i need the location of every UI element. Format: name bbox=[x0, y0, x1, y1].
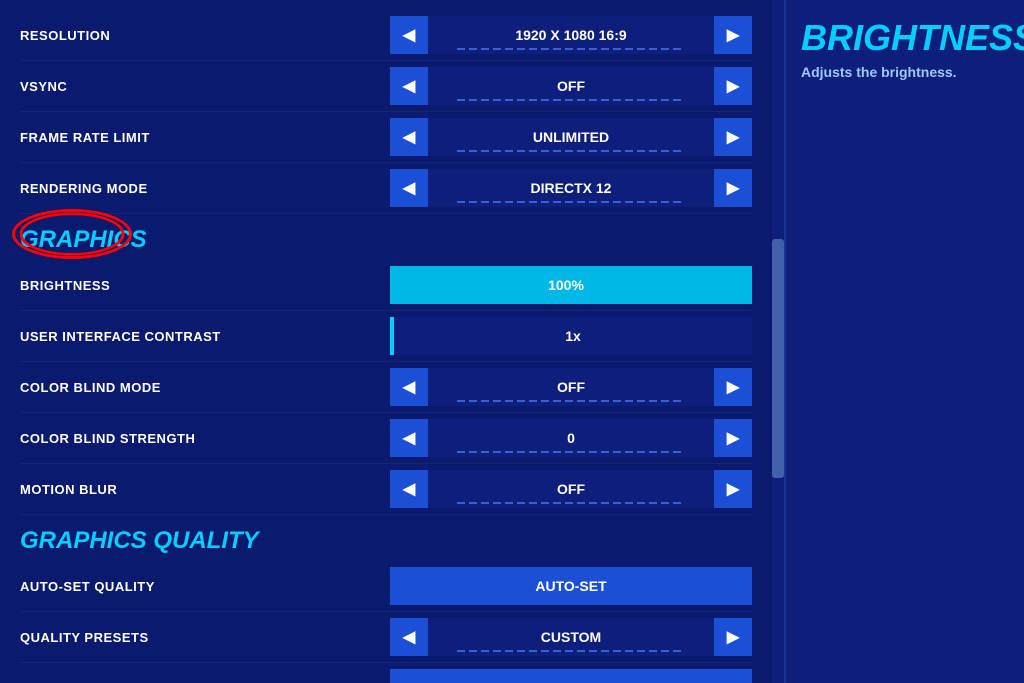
color-blind-strength-right-btn[interactable]: ▶ bbox=[714, 419, 752, 457]
quality-presets-left-btn[interactable]: ◀ bbox=[390, 618, 428, 656]
sidebar: BRIGHTNESS Adjusts the brightness. bbox=[784, 0, 1024, 683]
setting-row-color-blind-strength: COLOR BLIND STRENGTH ◀ 0 ▶ bbox=[20, 413, 752, 464]
motion-blur-value: OFF bbox=[428, 470, 714, 508]
color-blind-strength-control: ◀ 0 ▶ bbox=[390, 419, 752, 457]
setting-row-auto-set-quality: AUTO-SET QUALITY AUTO-SET bbox=[20, 561, 752, 612]
brightness-value: 100% bbox=[390, 277, 742, 293]
resolution-control: ◀ 1920 X 1080 16:9 ▶ bbox=[390, 16, 752, 54]
rendering-mode-left-btn[interactable]: ◀ bbox=[390, 169, 428, 207]
quality-presets-right-btn[interactable]: ▶ bbox=[714, 618, 752, 656]
auto-set-quality-label: AUTO-SET QUALITY bbox=[20, 579, 390, 594]
setting-row-ui-contrast: USER INTERFACE CONTRAST 1x bbox=[20, 311, 752, 362]
setting-row-resolution: RESOLUTION ◀ 1920 X 1080 16:9 ▶ bbox=[20, 10, 752, 61]
motion-blur-control: ◀ OFF ▶ bbox=[390, 470, 752, 508]
color-blind-strength-value: 0 bbox=[428, 419, 714, 457]
brightness-label: BRIGHTNESS bbox=[20, 278, 390, 293]
color-blind-mode-control: ◀ OFF ▶ bbox=[390, 368, 752, 406]
ui-contrast-value[interactable]: 1x bbox=[390, 317, 752, 355]
color-blind-mode-right-btn[interactable]: ▶ bbox=[714, 368, 752, 406]
color-blind-strength-left-btn[interactable]: ◀ bbox=[390, 419, 428, 457]
rendering-mode-control: ◀ DIRECTX 12 ▶ bbox=[390, 169, 752, 207]
rendering-mode-label: RENDERING MODE bbox=[20, 181, 390, 196]
graphics-quality-section-header: GRAPHICS QUALITY bbox=[20, 515, 752, 561]
vsync-left-btn[interactable]: ◀ bbox=[390, 67, 428, 105]
auto-set-quality-btn[interactable]: AUTO-SET bbox=[390, 567, 752, 605]
resolution-value: 1920 X 1080 16:9 bbox=[428, 16, 714, 54]
brightness-slider[interactable]: 100% bbox=[390, 266, 752, 304]
brightness-control: 100% bbox=[390, 266, 752, 304]
vsync-right-btn[interactable]: ▶ bbox=[714, 67, 752, 105]
vsync-label: VSYNC bbox=[20, 79, 390, 94]
graphics-section-header: GRAPHICS bbox=[20, 214, 752, 260]
frame-rate-control: ◀ UNLIMITED ▶ bbox=[390, 118, 752, 156]
help-quality-control: OPEN WEBSITE bbox=[390, 669, 752, 683]
color-blind-mode-left-btn[interactable]: ◀ bbox=[390, 368, 428, 406]
settings-panel: RESOLUTION ◀ 1920 X 1080 16:9 ▶ VSYNC ◀ … bbox=[0, 0, 772, 683]
ui-contrast-control: 1x bbox=[390, 317, 752, 355]
sidebar-description: Adjusts the brightness. bbox=[801, 64, 1009, 80]
sidebar-title: BRIGHTNESS bbox=[801, 20, 1009, 56]
motion-blur-left-btn[interactable]: ◀ bbox=[390, 470, 428, 508]
frame-rate-label: FRAME RATE LIMIT bbox=[20, 130, 390, 145]
quality-presets-value: CUSTOM bbox=[428, 618, 714, 656]
motion-blur-label: MOTION BLUR bbox=[20, 482, 390, 497]
setting-row-color-blind-mode: COLOR BLIND MODE ◀ OFF ▶ bbox=[20, 362, 752, 413]
vsync-value: OFF bbox=[428, 67, 714, 105]
rendering-mode-value: DIRECTX 12 bbox=[428, 169, 714, 207]
auto-set-quality-control: AUTO-SET bbox=[390, 567, 752, 605]
frame-rate-value: UNLIMITED bbox=[428, 118, 714, 156]
quality-presets-control: ◀ CUSTOM ▶ bbox=[390, 618, 752, 656]
setting-row-motion-blur: MOTION BLUR ◀ OFF ▶ bbox=[20, 464, 752, 515]
ui-contrast-label: USER INTERFACE CONTRAST bbox=[20, 329, 390, 344]
frame-rate-left-btn[interactable]: ◀ bbox=[390, 118, 428, 156]
scrollbar-thumb[interactable] bbox=[772, 239, 784, 478]
color-blind-mode-label: COLOR BLIND MODE bbox=[20, 380, 390, 395]
resolution-label: RESOLUTION bbox=[20, 28, 390, 43]
quality-presets-label: QUALITY PRESETS bbox=[20, 630, 390, 645]
resolution-right-btn[interactable]: ▶ bbox=[714, 16, 752, 54]
motion-blur-right-btn[interactable]: ▶ bbox=[714, 470, 752, 508]
color-blind-mode-value: OFF bbox=[428, 368, 714, 406]
setting-row-rendering-mode: RENDERING MODE ◀ DIRECTX 12 ▶ bbox=[20, 163, 752, 214]
frame-rate-right-btn[interactable]: ▶ bbox=[714, 118, 752, 156]
setting-row-brightness: BRIGHTNESS 100% bbox=[20, 260, 752, 311]
color-blind-strength-label: COLOR BLIND STRENGTH bbox=[20, 431, 390, 446]
rendering-mode-right-btn[interactable]: ▶ bbox=[714, 169, 752, 207]
setting-row-help-quality: HELP ME CHOOSE QUALITY SETTINGS OPEN WEB… bbox=[20, 663, 752, 683]
setting-row-quality-presets: QUALITY PRESETS ◀ CUSTOM ▶ bbox=[20, 612, 752, 663]
resolution-left-btn[interactable]: ◀ bbox=[390, 16, 428, 54]
open-website-btn[interactable]: OPEN WEBSITE bbox=[390, 669, 752, 683]
scrollbar-track[interactable] bbox=[772, 0, 784, 683]
setting-row-vsync: VSYNC ◀ OFF ▶ bbox=[20, 61, 752, 112]
vsync-control: ◀ OFF ▶ bbox=[390, 67, 752, 105]
setting-row-frame-rate: FRAME RATE LIMIT ◀ UNLIMITED ▶ bbox=[20, 112, 752, 163]
